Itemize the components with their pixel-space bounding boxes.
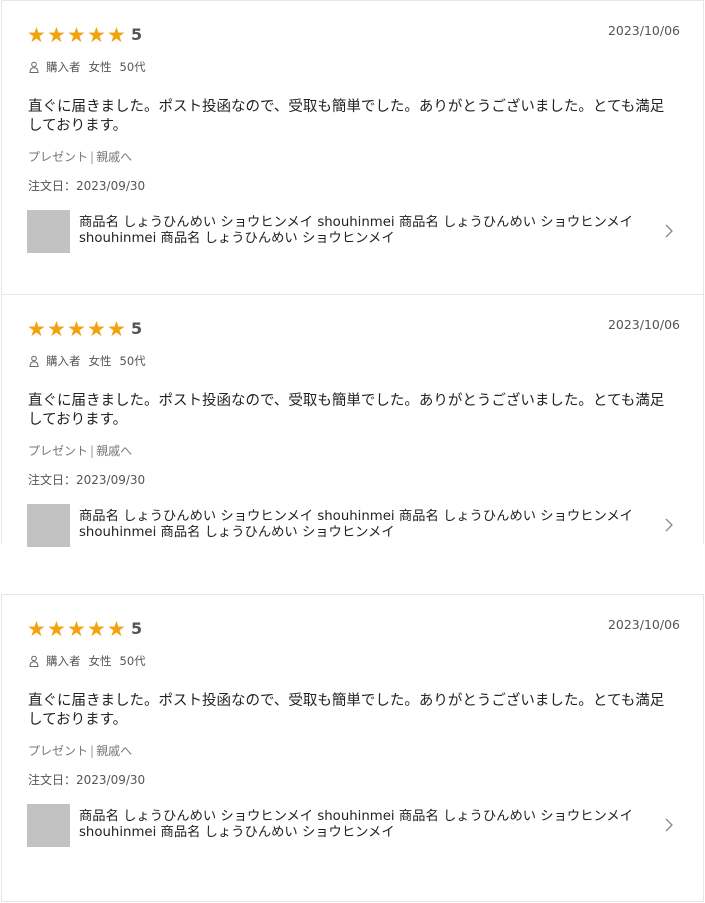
star-icon: ★ (47, 617, 66, 641)
review-card: ★ ★ ★ ★ ★ 5 2023/10/06 購入者 女性 50代 直ぐに届きま… (1, 294, 704, 547)
star-rating: ★ ★ ★ ★ ★ 5 (27, 23, 142, 47)
review-card: ★ ★ ★ ★ ★ 5 2023/10/06 購入者 女性 50代 直ぐに届きま… (1, 0, 704, 295)
star-icon: ★ (67, 317, 86, 341)
star-icon: ★ (47, 23, 66, 47)
tag-purpose: プレゼント (28, 150, 89, 164)
review-date: 2023/10/06 (607, 317, 680, 332)
tag-recipient: 親戚へ (96, 150, 133, 164)
reviewer-label: 購入者 (46, 654, 81, 668)
rating-value: 5 (131, 619, 143, 638)
product-thumbnail[interactable] (27, 209, 70, 253)
reviewer-label: 購入者 (46, 354, 81, 368)
reviewer-age: 50代 (119, 354, 146, 368)
reviewer-gender: 女性 (88, 60, 112, 74)
star-rating: ★ ★ ★ ★ ★ 5 (27, 317, 142, 341)
product-name[interactable]: 商品名 しょうひんめい ショウヒンメイ shouhinmei 商品名 しょうひん… (79, 509, 649, 542)
tag-purpose: プレゼント (28, 444, 89, 458)
star-icon: ★ (27, 617, 46, 641)
product-name[interactable]: 商品名 しょうひんめい ショウヒンメイ shouhinmei 商品名 しょうひん… (79, 809, 649, 842)
reviewer-info: 購入者 女性 50代 (28, 653, 146, 669)
reviewer-gender: 女性 (88, 354, 112, 368)
order-date: 注文日：2023/09/30 (28, 773, 146, 787)
star-icon: ★ (67, 23, 86, 47)
tag-separator: | (90, 444, 95, 458)
product-name[interactable]: 商品名 しょうひんめい ショウヒンメイ shouhinmei 商品名 しょうひん… (79, 215, 649, 248)
star-icon: ★ (87, 317, 106, 341)
review-date: 2023/10/06 (607, 617, 680, 632)
review-card: ★ ★ ★ ★ ★ 5 2023/10/06 購入者 女性 50代 直ぐに届きま… (1, 594, 704, 902)
review-date: 2023/10/06 (607, 23, 680, 38)
product-thumbnail[interactable] (27, 803, 70, 847)
person-icon (29, 655, 39, 667)
product-link[interactable]: 商品名 しょうひんめい ショウヒンメイ shouhinmei 商品名 しょうひん… (27, 209, 682, 253)
reviewer-info: 購入者 女性 50代 (28, 353, 146, 369)
reviewer-age: 50代 (119, 60, 146, 74)
tag-recipient: 親戚へ (96, 744, 133, 758)
review-text: 直ぐに届きました。ポスト投函なので、受取も簡単でした。ありがとうございました。と… (28, 693, 665, 728)
star-rating: ★ ★ ★ ★ ★ 5 (27, 617, 142, 641)
review-tags: プレゼント | 親戚へ (28, 148, 132, 165)
star-icon: ★ (107, 23, 126, 47)
star-icon: ★ (67, 617, 86, 641)
star-icon: ★ (87, 23, 106, 47)
tag-separator: | (90, 744, 95, 758)
chevron-right-icon[interactable] (662, 222, 676, 240)
reviewer-label: 購入者 (46, 60, 81, 74)
chevron-right-icon[interactable] (662, 816, 676, 834)
reviewer-info: 購入者 女性 50代 (28, 59, 146, 75)
star-icon: ★ (87, 617, 106, 641)
star-icon: ★ (47, 317, 66, 341)
person-icon (29, 355, 39, 367)
order-date: 注文日：2023/09/30 (28, 473, 146, 487)
tag-recipient: 親戚へ (96, 444, 133, 458)
rating-value: 5 (131, 319, 143, 338)
reviewer-gender: 女性 (88, 654, 112, 668)
review-text: 直ぐに届きました。ポスト投函なので、受取も簡単でした。ありがとうございました。と… (28, 393, 665, 428)
person-icon (29, 61, 39, 73)
reviewer-age: 50代 (119, 654, 146, 668)
tag-purpose: プレゼント (28, 744, 89, 758)
chevron-right-icon[interactable] (662, 516, 676, 534)
review-text: 直ぐに届きました。ポスト投函なので、受取も簡単でした。ありがとうございました。と… (28, 99, 665, 134)
product-thumbnail[interactable] (27, 503, 70, 547)
tag-separator: | (90, 150, 95, 164)
review-tags: プレゼント | 親戚へ (28, 442, 132, 459)
review-tags: プレゼント | 親戚へ (28, 742, 132, 759)
rating-value: 5 (131, 25, 143, 44)
product-link[interactable]: 商品名 しょうひんめい ショウヒンメイ shouhinmei 商品名 しょうひん… (27, 803, 682, 847)
product-link[interactable]: 商品名 しょうひんめい ショウヒンメイ shouhinmei 商品名 しょうひん… (27, 503, 682, 547)
star-icon: ★ (27, 23, 46, 47)
star-icon: ★ (107, 617, 126, 641)
star-icon: ★ (107, 317, 126, 341)
star-icon: ★ (27, 317, 46, 341)
order-date: 注文日：2023/09/30 (28, 179, 146, 193)
